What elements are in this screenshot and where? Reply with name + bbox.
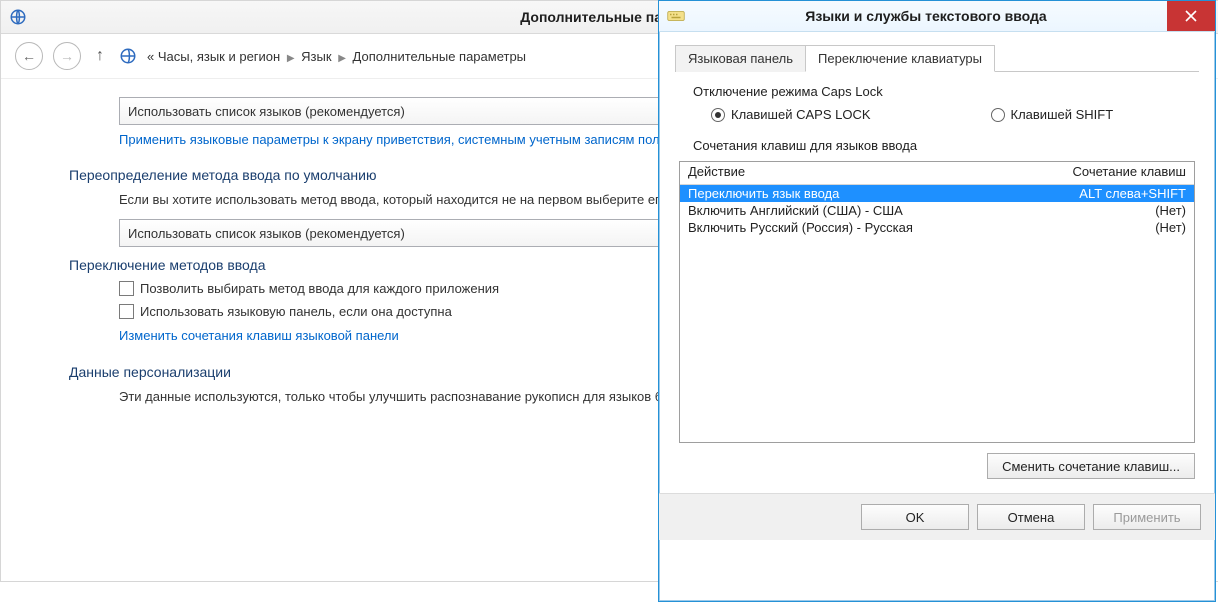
dlg-titlebar: Языки и службы текстового ввода — [659, 1, 1215, 32]
breadcrumb-prefix: « — [147, 49, 154, 64]
list-row[interactable]: Переключить язык ввода ALT слева+SHIFT — [680, 185, 1194, 202]
dlg-footer: OK Отмена Применить — [659, 493, 1215, 540]
breadcrumb-item[interactable]: Часы, язык и регион — [158, 49, 280, 64]
radio-capslock[interactable]: Клавишей CAPS LOCK — [711, 107, 871, 122]
apply-button[interactable]: Применить — [1093, 504, 1201, 530]
list-row[interactable]: Включить Русский (Россия) - Русская (Нет… — [680, 219, 1194, 236]
breadcrumb-item[interactable]: Язык — [301, 49, 331, 64]
language-list-combo[interactable]: Использовать список языков (рекомендуетс… — [119, 97, 711, 125]
up-button[interactable]: ↑ — [91, 47, 109, 65]
checkbox-label: Позволить выбирать метод ввода для каждо… — [140, 281, 499, 296]
checkbox-icon[interactable] — [119, 304, 134, 319]
group-capslock: Отключение режима Caps Lock — [693, 84, 1199, 99]
cancel-button[interactable]: Отмена — [977, 504, 1085, 530]
ok-button[interactable]: OK — [861, 504, 969, 530]
tab-bar: Языковая панель Переключение клавиатуры — [675, 44, 1199, 72]
radio-label: Клавишей CAPS LOCK — [731, 107, 871, 122]
chevron-right-icon: ▶ — [287, 53, 295, 64]
col-hotkey: Сочетание клавиш — [1028, 162, 1194, 184]
group-hotkeys: Сочетания клавиш для языков ввода — [693, 138, 1199, 153]
keyboard-icon — [667, 9, 685, 23]
combo-value: Использовать список языков (рекомендуетс… — [128, 226, 405, 241]
tab-language-bar[interactable]: Языковая панель — [675, 45, 806, 72]
combo-value: Использовать список языков (рекомендуетс… — [128, 104, 405, 119]
hotkey-list[interactable]: Действие Сочетание клавиш Переключить яз… — [679, 161, 1195, 443]
radio-label: Клавишей SHIFT — [1011, 107, 1114, 122]
change-hotkey-button[interactable]: Сменить сочетание клавиш... — [987, 453, 1195, 479]
dlg-title: Языки и службы текстового ввода — [685, 8, 1167, 24]
globe-icon — [9, 8, 27, 26]
list-header: Действие Сочетание клавиш — [680, 162, 1194, 185]
cell-action: Включить Английский (США) - США — [688, 203, 1036, 218]
checkbox-label: Использовать языковую панель, если она д… — [140, 304, 452, 319]
cell-hotkey: (Нет) — [1036, 220, 1186, 235]
radio-group-capslock: Клавишей CAPS LOCK Клавишей SHIFT — [711, 107, 1199, 122]
cell-hotkey: (Нет) — [1036, 203, 1186, 218]
close-icon — [1185, 10, 1197, 22]
dlg-body: Языковая панель Переключение клавиатуры … — [659, 32, 1215, 479]
forward-button[interactable]: → — [53, 42, 81, 70]
tab-keyboard-switching[interactable]: Переключение клавиатуры — [805, 45, 995, 72]
radio-icon — [991, 108, 1005, 122]
breadcrumb-icon — [119, 47, 137, 65]
col-action: Действие — [680, 162, 1028, 184]
breadcrumb[interactable]: « Часы, язык и регион ▶ Язык ▶ Дополните… — [147, 49, 526, 64]
radio-icon-selected — [711, 108, 725, 122]
chevron-right-icon: ▶ — [338, 53, 346, 64]
text-services-dialog: Языки и службы текстового ввода Языковая… — [658, 0, 1216, 602]
close-button[interactable] — [1167, 1, 1215, 31]
input-method-combo[interactable]: Использовать список языков (рекомендуетс… — [119, 219, 711, 247]
list-row[interactable]: Включить Английский (США) - США (Нет) — [680, 202, 1194, 219]
back-button[interactable]: ← — [15, 42, 43, 70]
checkbox-icon[interactable] — [119, 281, 134, 296]
cell-hotkey: ALT слева+SHIFT — [1036, 186, 1186, 201]
cell-action: Включить Русский (Россия) - Русская — [688, 220, 1036, 235]
radio-shift[interactable]: Клавишей SHIFT — [991, 107, 1114, 122]
breadcrumb-item[interactable]: Дополнительные параметры — [353, 49, 527, 64]
cell-action: Переключить язык ввода — [688, 186, 1036, 201]
